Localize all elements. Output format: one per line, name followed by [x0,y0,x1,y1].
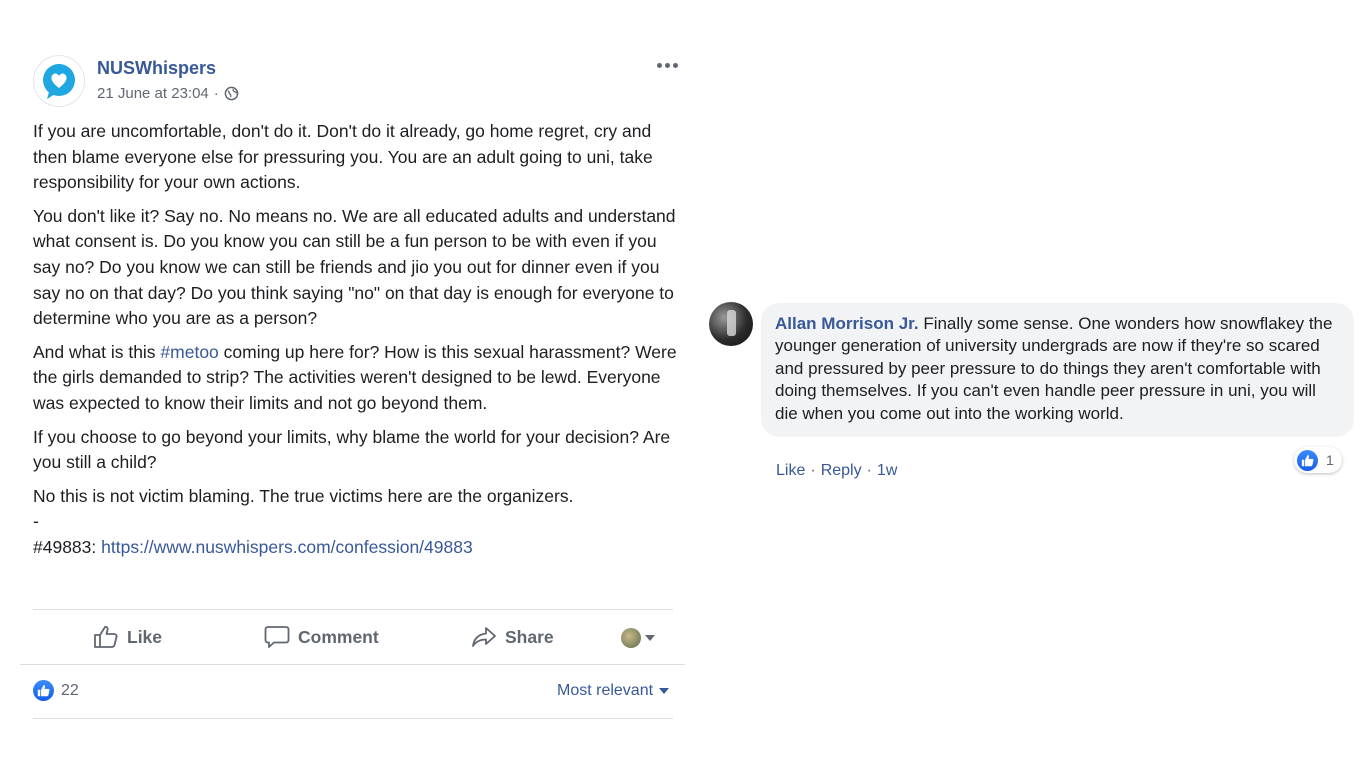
comment-reply-link[interactable]: Reply [821,462,862,480]
user-avatar [621,628,641,648]
post-options-button[interactable] [654,56,680,74]
thumbs-up-icon [1301,454,1314,466]
post-paragraph: You don't like it? Say no. No means no. … [33,205,676,329]
like-button[interactable]: Like [93,610,162,664]
post-action-bar: Like Comment Share [33,610,673,664]
like-reaction-icon [1297,449,1318,471]
share-arrow-icon [472,627,496,647]
comment-timestamp[interactable]: 1w [877,462,897,480]
separator-dot: · [810,462,816,479]
post-as-selector[interactable] [621,628,655,648]
comment-author[interactable]: Allan Morrison Jr. [775,314,919,333]
ellipsis-dot [664,62,670,68]
ellipsis-dot [672,62,678,68]
share-label: Share [505,626,554,647]
globe-icon [224,86,239,101]
meta-separator: · [213,85,219,102]
comment-reaction-number: 1 [1326,452,1334,468]
post-paragraph: No this is not victim blaming. The true … [33,485,574,506]
like-reaction-icon [33,680,54,701]
post-meta: 21 June at 23:04 · [97,85,239,102]
page-avatar[interactable] [33,55,85,107]
comment-actions: Like · Reply · 1w [776,462,897,480]
comment-bubble: Allan Morrison Jr. Finally some sense. O… [761,303,1354,438]
comment-button[interactable]: Comment [264,610,379,664]
like-label: Like [127,626,163,647]
page-name[interactable]: NUSWhispers [97,58,216,79]
speech-heart-logo-icon [43,64,75,99]
ellipsis-icon [656,62,662,68]
thumbs-up-icon [37,685,50,697]
hashtag-link[interactable]: #metoo [160,342,218,362]
post-paragraph: If you choose to go beyond your limits, … [33,426,671,473]
comment-sort-dropdown[interactable]: Most relevant [557,682,670,700]
text-span: And what is this [33,341,161,362]
divider [20,664,685,665]
share-button[interactable]: Share [471,610,554,664]
post-timestamp[interactable]: 21 June at 23:04 [97,85,209,102]
comment-bubble-icon [264,626,290,648]
comment-reaction-count[interactable]: 1 [1294,447,1342,473]
post-paragraph: And what is this #metoo coming up here f… [33,340,678,417]
confession-line: #49883: https://www.nuswhispers.com/conf… [33,535,678,561]
post-paragraph: If you are uncomfortable, don't do it. D… [33,121,653,193]
divider [33,718,673,719]
chevron-down-icon [645,635,655,641]
separator-dot: · [866,462,872,479]
post-body: If you are uncomfortable, don't do it. D… [33,119,678,561]
comment-label: Comment [298,626,379,647]
chevron-down-icon [659,688,670,694]
reaction-summary[interactable]: 22 [33,680,79,701]
confession-id: #49883: [33,536,102,557]
post-dash: - [33,511,39,532]
avatar-figure [727,310,736,336]
confession-link[interactable]: https://www.nuswhispers.com/confession/4… [101,537,473,557]
reaction-count: 22 [61,681,79,699]
comment-like-link[interactable]: Like [776,462,805,480]
commenter-avatar[interactable] [709,302,753,346]
thumbs-up-icon [94,626,118,648]
sort-label: Most relevant [557,682,654,699]
